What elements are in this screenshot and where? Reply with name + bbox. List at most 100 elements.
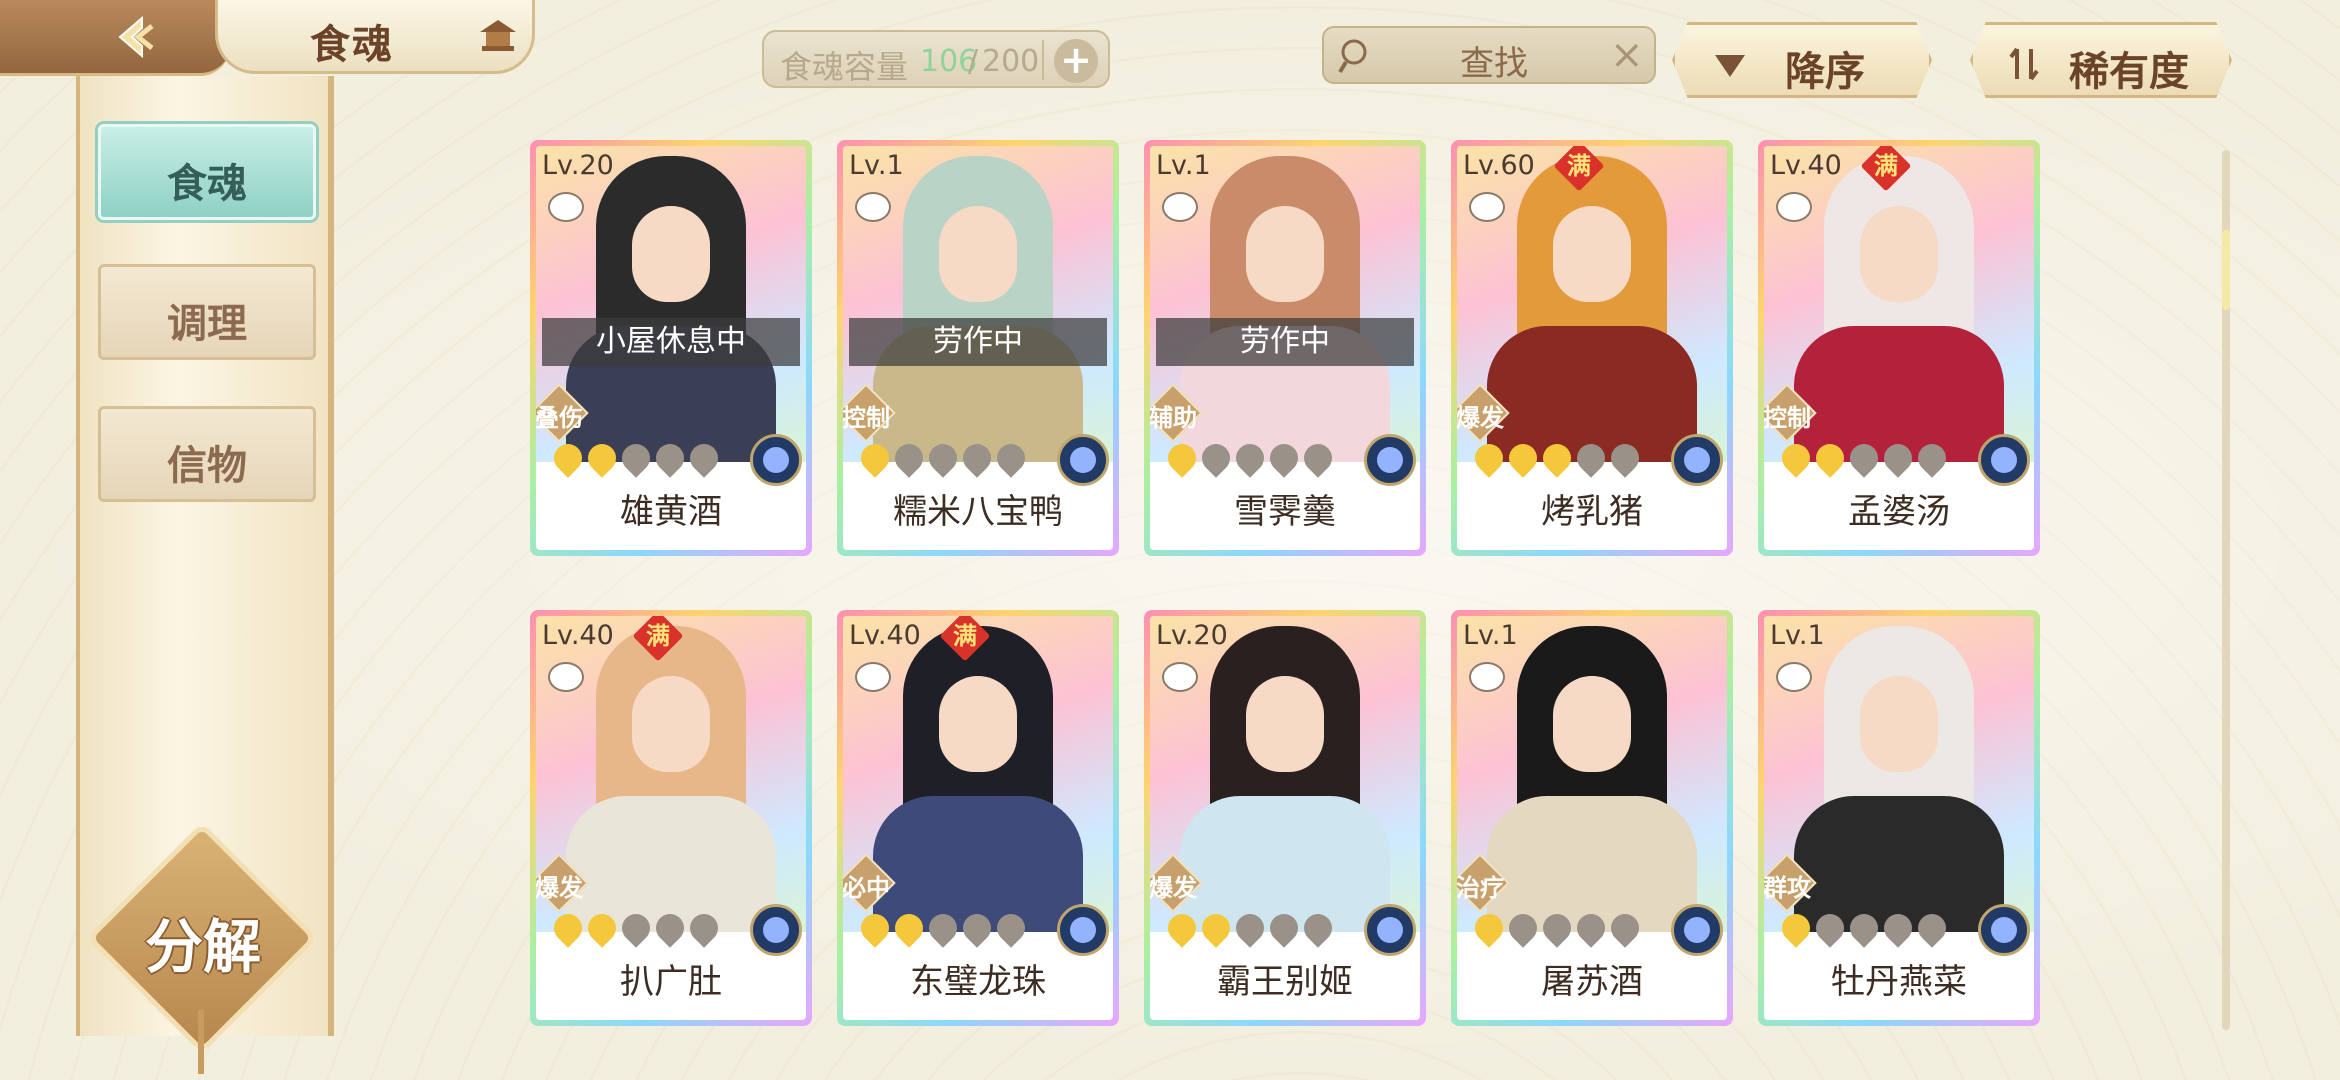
food-soul-card[interactable]: Lv.1 群攻 牡丹燕菜 xyxy=(1758,610,2040,1026)
card-name: 雪霁羹 xyxy=(1234,492,1336,532)
scrollbar-thumb[interactable] xyxy=(2222,230,2230,310)
card-level: Lv.40 xyxy=(542,620,614,651)
card-level: Lv.20 xyxy=(1156,620,1228,651)
flame-star-icon xyxy=(1810,908,1850,948)
plate-icon xyxy=(1776,192,1812,222)
flame-star-icon xyxy=(616,438,656,478)
flame-star-icon xyxy=(1469,438,1509,478)
star-rating xyxy=(548,908,724,948)
flame-star-icon xyxy=(1503,438,1543,478)
add-capacity-button[interactable]: + xyxy=(1054,39,1098,83)
portrait-face xyxy=(1860,206,1938,302)
flame-star-icon xyxy=(1196,908,1236,948)
card-inner: Lv.20 小屋休息中 叠伤 雄黄酒 xyxy=(536,146,806,550)
flame-star-icon xyxy=(1878,438,1918,478)
card-name: 孟婆汤 xyxy=(1848,492,1950,532)
flame-star-icon xyxy=(1469,908,1509,948)
food-soul-card[interactable]: Lv.40 满 必中 东璧龙珠 xyxy=(837,610,1119,1026)
portrait-face xyxy=(1246,206,1324,302)
flame-star-icon xyxy=(1537,908,1577,948)
flame-star-icon xyxy=(582,908,622,948)
sort-by-label: 稀有度 xyxy=(2069,49,2189,95)
card-name: 雄黄酒 xyxy=(620,492,722,532)
portrait-face xyxy=(632,206,710,302)
decompose-label[interactable]: 分解 xyxy=(128,900,278,984)
sort-order-button[interactable]: 降序 xyxy=(1672,22,1932,98)
card-level: Lv.1 xyxy=(1156,150,1211,181)
flame-star-icon xyxy=(616,908,656,948)
element-emblem-icon xyxy=(1057,434,1109,486)
scrollbar[interactable] xyxy=(2222,150,2230,1030)
food-soul-card[interactable]: Lv.40 满 控制 孟婆汤 xyxy=(1758,140,2040,556)
back-button[interactable] xyxy=(0,0,230,76)
card-level: Lv.1 xyxy=(849,150,904,181)
flame-star-icon xyxy=(991,438,1031,478)
role-badge: 必中 xyxy=(843,853,896,913)
max-badge-text: 满 xyxy=(646,622,670,650)
star-rating xyxy=(1776,908,1952,948)
food-soul-card[interactable]: Lv.60 满 爆发 烤乳猪 xyxy=(1451,140,1733,556)
sort-by-button[interactable]: 稀有度 xyxy=(1970,22,2232,98)
food-soul-card[interactable]: Lv.1 劳作中 辅助 雪霁羹 xyxy=(1144,140,1426,556)
flame-star-icon xyxy=(548,438,588,478)
flame-star-icon xyxy=(1605,908,1645,948)
portrait-face xyxy=(1246,676,1324,772)
plate-icon xyxy=(548,192,584,222)
card-inner: Lv.40 满 必中 东璧龙珠 xyxy=(843,616,1113,1020)
clear-search-icon[interactable]: × xyxy=(1610,32,1644,78)
sort-toggle-icon xyxy=(2009,47,2039,81)
element-emblem-icon xyxy=(1978,434,2030,486)
element-emblem-icon xyxy=(1671,434,1723,486)
card-name: 霸王别姬 xyxy=(1217,962,1353,1002)
sidebar-tab-label: 调理 xyxy=(167,301,247,347)
sidebar-tab-xinwu[interactable]: 信物 xyxy=(98,406,316,502)
plate-icon xyxy=(1469,192,1505,222)
food-soul-card[interactable]: Lv.20 小屋休息中 叠伤 雄黄酒 xyxy=(530,140,812,556)
search-box[interactable]: 查找 × xyxy=(1322,26,1656,84)
portrait-robe xyxy=(873,796,1083,932)
food-soul-card[interactable]: Lv.1 劳作中 控制 糯米八宝鸭 xyxy=(837,140,1119,556)
food-soul-card[interactable]: Lv.1 治疗 屠苏酒 xyxy=(1451,610,1733,1026)
sidebar-tab-label: 食魂 xyxy=(167,161,247,207)
role-label: 群攻 xyxy=(1764,874,1811,902)
sidebar-tab-tiaoli[interactable]: 调理 xyxy=(98,264,316,360)
element-emblem-icon xyxy=(1364,904,1416,956)
portrait-face xyxy=(1553,676,1631,772)
star-rating xyxy=(855,438,1031,478)
card-level: Lv.1 xyxy=(1463,620,1518,651)
portrait-robe xyxy=(566,796,776,932)
card-status: 小屋休息中 xyxy=(542,318,800,366)
flame-star-icon xyxy=(957,438,997,478)
flame-star-icon xyxy=(1298,908,1338,948)
sort-order-label: 降序 xyxy=(1785,49,1865,95)
card-inner: Lv.1 群攻 牡丹燕菜 xyxy=(1764,616,2034,1020)
search-input[interactable]: 查找 xyxy=(1460,36,1528,85)
plate-icon xyxy=(1776,662,1812,692)
pavilion-icon[interactable] xyxy=(476,14,520,58)
element-emblem-icon xyxy=(750,434,802,486)
back-arrow-icon xyxy=(118,15,154,59)
flame-star-icon xyxy=(1776,908,1816,948)
flame-star-icon xyxy=(855,438,895,478)
flame-star-icon xyxy=(923,438,963,478)
flame-star-icon xyxy=(1503,908,1543,948)
flame-star-icon xyxy=(1230,908,1270,948)
card-name: 扒广肚 xyxy=(620,962,722,1002)
sidebar-tab-shihun[interactable]: 食魂 xyxy=(98,124,316,220)
flame-star-icon xyxy=(957,908,997,948)
card-inner: Lv.1 治疗 屠苏酒 xyxy=(1457,616,1727,1020)
card-name: 牡丹燕菜 xyxy=(1831,962,1967,1002)
flame-star-icon xyxy=(1810,438,1850,478)
food-soul-card[interactable]: Lv.20 爆发 霸王别姬 xyxy=(1144,610,1426,1026)
role-label: 必中 xyxy=(843,874,890,902)
star-rating xyxy=(1776,438,1952,478)
portrait-face xyxy=(939,206,1017,302)
food-soul-card[interactable]: Lv.40 满 爆发 扒广肚 xyxy=(530,610,812,1026)
card-inner: Lv.1 劳作中 辅助 雪霁羹 xyxy=(1150,146,1420,550)
card-status: 劳作中 xyxy=(1156,318,1414,366)
plate-icon xyxy=(1162,192,1198,222)
flame-star-icon xyxy=(1912,438,1952,478)
role-label: 叠伤 xyxy=(536,404,583,432)
title-tab: 食魂 xyxy=(215,0,535,74)
role-label: 治疗 xyxy=(1457,874,1504,902)
